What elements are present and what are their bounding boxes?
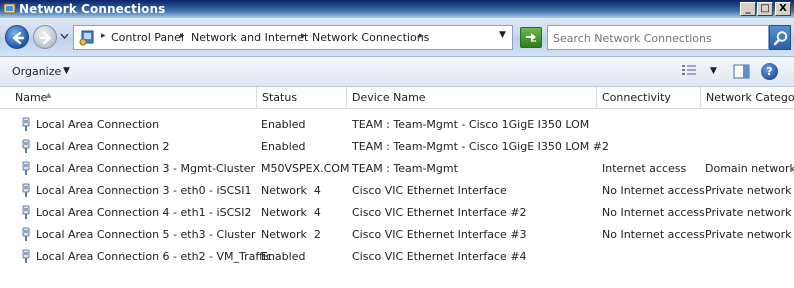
address-dropdown-icon[interactable]: ▼: [499, 30, 506, 40]
column-header-network-category[interactable]: Network Category: [701, 87, 794, 109]
chevron-down-icon[interactable]: ▼: [63, 66, 70, 76]
connection-category: Domain network: [705, 162, 794, 175]
refresh-button[interactable]: [520, 27, 542, 48]
organize-button[interactable]: Organize: [12, 65, 61, 78]
connection-device: Cisco VIC Ethernet Interface #4: [352, 250, 527, 263]
connection-connectivity: No Internet access: [602, 206, 705, 219]
breadcrumb-network-and-internet[interactable]: Network and Internet: [191, 31, 308, 44]
connection-name: Local Area Connection 6 - eth2 - VM_Traf…: [36, 250, 273, 263]
help-icon[interactable]: ?: [761, 63, 778, 80]
connection-category: Private network: [705, 206, 792, 219]
search-button[interactable]: [769, 25, 791, 50]
arrow-left-icon: [12, 31, 25, 45]
breadcrumb-arrow-icon[interactable]: ▸: [419, 31, 424, 41]
breadcrumb[interactable]: ▸ Control Panel ▸ Network and Internet ▸…: [73, 25, 513, 50]
connection-name: Local Area Connection 2: [36, 140, 170, 153]
connection-category: Private network: [705, 184, 792, 197]
breadcrumb-arrow-icon[interactable]: ▸: [180, 31, 185, 41]
column-label: Name: [15, 91, 48, 104]
title-bar: Network Connections _ □ X: [0, 0, 794, 18]
network-adapter-icon: [22, 117, 30, 131]
column-header-connectivity[interactable]: Connectivity: [597, 87, 700, 109]
column-header-device-name[interactable]: Device Name: [347, 87, 596, 109]
connection-device: Cisco VIC Ethernet Interface: [352, 184, 507, 197]
connection-status: Network 4: [261, 206, 321, 219]
search-icon: [773, 31, 788, 46]
connection-status: Enabled: [261, 250, 306, 263]
network-adapter-icon: [22, 161, 30, 175]
sort-ascending-icon: ▲: [46, 91, 52, 99]
connection-name: Local Area Connection 3 - Mgmt-Cluster: [36, 162, 256, 175]
recent-pages-dropdown[interactable]: [60, 31, 69, 40]
connection-name: Local Area Connection 5 - eth3 - Cluster: [36, 228, 256, 241]
connection-device: TEAM : Team-Mgmt: [352, 162, 458, 175]
connection-name: Local Area Connection 4 - eth1 - iSCSI2: [36, 206, 252, 219]
table-row[interactable]: Local Area Connection 5 - eth3 - Cluster…: [0, 224, 794, 246]
table-row[interactable]: Local Area Connection 3 - eth0 - iSCSI1 …: [0, 180, 794, 202]
connection-connectivity: No Internet access: [602, 228, 705, 241]
connection-device: TEAM : Team-Mgmt - Cisco 1GigE I350 LOM …: [352, 140, 609, 153]
table-row[interactable]: Local Area Connection 6 - eth2 - VM_Traf…: [0, 246, 794, 268]
address-bar: ▸ Control Panel ▸ Network and Internet ▸…: [0, 18, 794, 57]
table-row[interactable]: Local Area Connection Enabled TEAM : Tea…: [0, 114, 794, 136]
network-adapter-icon: [22, 227, 30, 241]
connection-device: Cisco VIC Ethernet Interface #2: [352, 206, 527, 219]
connection-status: Enabled: [261, 140, 306, 153]
connection-connectivity: No Internet access: [602, 184, 705, 197]
connection-connectivity: Internet access: [602, 162, 687, 175]
connection-category: Private network: [705, 228, 792, 241]
view-options-dropdown-icon[interactable]: ▼: [710, 66, 717, 76]
search-box[interactable]: [547, 25, 769, 50]
control-panel-icon: [79, 30, 94, 46]
connection-status: Network 4: [261, 184, 321, 197]
network-adapter-icon: [22, 183, 30, 197]
network-adapter-icon: [22, 249, 30, 263]
breadcrumb-arrow-icon[interactable]: ▸: [301, 31, 306, 41]
connection-status: Enabled: [261, 118, 306, 131]
connection-device: TEAM : Team-Mgmt - Cisco 1GigE I350 LOM: [352, 118, 590, 131]
command-bar: Organize ▼ ▼ ?: [0, 57, 794, 87]
preview-pane-icon[interactable]: [733, 64, 750, 79]
breadcrumb-network-connections[interactable]: Network Connections: [312, 31, 429, 44]
network-adapter-icon: [22, 205, 30, 219]
minimize-button[interactable]: _: [740, 2, 756, 16]
column-header: Name ▲ Status Device Name Connectivity N…: [0, 87, 794, 109]
close-button[interactable]: X: [775, 2, 791, 16]
connection-name: Local Area Connection 3 - eth0 - iSCSI1: [36, 184, 252, 197]
search-input[interactable]: [553, 30, 763, 46]
table-row[interactable]: Local Area Connection 2 Enabled TEAM : T…: [0, 136, 794, 158]
network-folder-icon: [3, 3, 16, 14]
connection-device: Cisco VIC Ethernet Interface #3: [352, 228, 527, 241]
window-title: Network Connections: [19, 2, 166, 16]
breadcrumb-control-panel[interactable]: Control Panel: [111, 31, 184, 44]
network-adapter-icon: [22, 139, 30, 153]
connection-status: Network 2: [261, 228, 321, 241]
connection-status: M50VSPEX.COM: [261, 162, 350, 175]
breadcrumb-arrow-icon[interactable]: ▸: [101, 31, 106, 41]
back-button[interactable]: [5, 25, 29, 49]
refresh-icon: [526, 33, 536, 42]
connection-name: Local Area Connection: [36, 118, 160, 131]
maximize-button[interactable]: □: [757, 2, 773, 16]
change-view-icon[interactable]: [681, 64, 697, 78]
table-row[interactable]: Local Area Connection 3 - Mgmt-Cluster M…: [0, 158, 794, 180]
forward-button[interactable]: [33, 25, 57, 49]
table-row[interactable]: Local Area Connection 4 - eth1 - iSCSI2 …: [0, 202, 794, 224]
column-header-status[interactable]: Status: [257, 87, 346, 109]
arrow-right-icon: [39, 31, 52, 45]
